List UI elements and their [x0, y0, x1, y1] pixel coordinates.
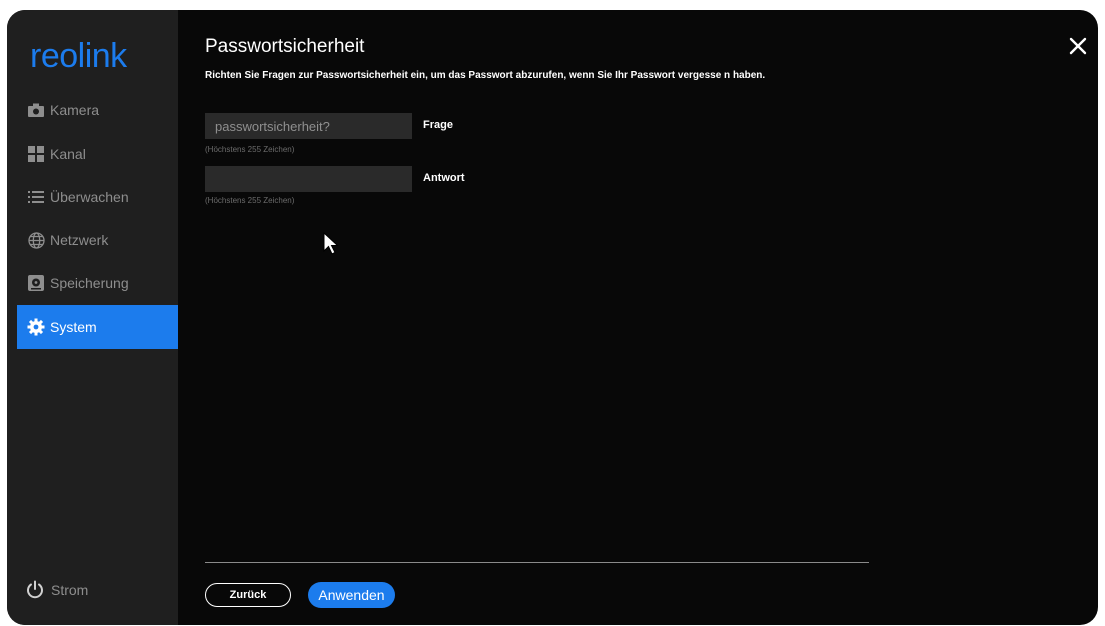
sidebar-item-label: Kanal	[50, 146, 86, 162]
sidebar-item-speicherung[interactable]: Speicherung	[17, 261, 178, 305]
storage-icon	[27, 274, 45, 292]
sidebar-item-ueberwachen[interactable]: Überwachen	[17, 175, 178, 219]
channel-grid-icon	[27, 145, 45, 163]
apply-button[interactable]: Anwenden	[308, 582, 395, 608]
reolink-logo: reolink	[30, 37, 129, 75]
sidebar-item-kanal[interactable]: Kanal	[17, 132, 178, 176]
security-question-input[interactable]	[205, 113, 412, 139]
logo-text: reolink	[30, 37, 128, 75]
sidebar: reolink Kamera Kanal Überwachen Netzwerk	[7, 10, 178, 625]
sidebar-item-label: Speicherung	[50, 275, 129, 291]
sidebar-item-kamera[interactable]: Kamera	[17, 88, 178, 132]
answer-label: Antwort	[423, 172, 465, 184]
sidebar-item-label: Überwachen	[50, 189, 129, 205]
question-hint: (Höchstens 255 Zeichen)	[205, 145, 295, 154]
camera-icon	[27, 101, 45, 119]
sidebar-item-label: Kamera	[50, 102, 100, 118]
back-button[interactable]: Zurück	[205, 583, 291, 607]
footer-divider	[205, 562, 869, 563]
question-label: Frage	[423, 119, 453, 131]
sidebar-item-label: Netzwerk	[50, 232, 109, 248]
page-description: Richten Sie Fragen zur Passwortsicherhei…	[205, 70, 766, 81]
main-content: Passwortsicherheit Richten Sie Fragen zu…	[178, 10, 1098, 625]
settings-window: reolink Kamera Kanal Überwachen Netzwerk	[7, 10, 1098, 625]
answer-hint: (Höchstens 255 Zeichen)	[205, 196, 295, 205]
power-button[interactable]: Strom	[17, 576, 88, 604]
power-label: Strom	[51, 582, 89, 598]
sidebar-item-netzwerk[interactable]: Netzwerk	[17, 218, 178, 262]
power-icon	[27, 580, 43, 599]
list-icon	[27, 188, 45, 206]
globe-icon	[27, 231, 45, 249]
mouse-pointer-icon	[323, 232, 339, 255]
gear-icon	[27, 318, 45, 336]
security-answer-input[interactable]	[205, 166, 412, 192]
sidebar-item-label: System	[50, 319, 97, 335]
page-title: Passwortsicherheit	[205, 36, 365, 57]
sidebar-item-system[interactable]: System	[17, 305, 178, 349]
close-icon[interactable]	[1068, 36, 1088, 56]
